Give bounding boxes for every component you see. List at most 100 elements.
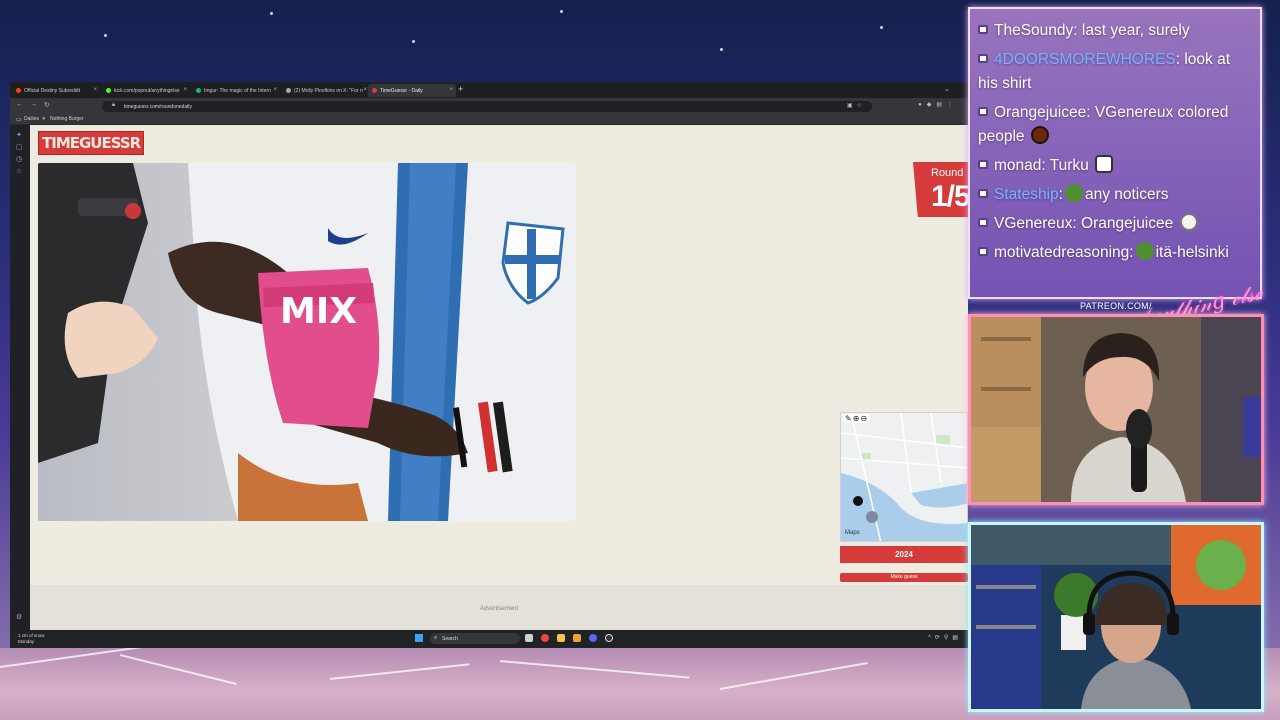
round-indicator: Round 1/5 — [913, 162, 968, 217]
imgur-icon — [196, 88, 201, 93]
x-icon — [286, 88, 291, 93]
search-label: Search — [442, 636, 458, 642]
chrome-icon[interactable] — [541, 634, 549, 642]
new-tab-button[interactable]: + — [458, 84, 463, 94]
tab-kick[interactable]: kick.com/popout/anythingelse × — [102, 84, 190, 97]
timeguessr-icon — [372, 88, 377, 93]
chat-message: monad: Turku — [978, 154, 1254, 178]
emote-ball-icon — [1030, 126, 1049, 144]
windows-start-icon[interactable] — [415, 634, 423, 642]
background-star — [720, 48, 723, 51]
make-guess-button[interactable]: Make guess — [840, 573, 968, 582]
nav-toolbar: ← → ↻ 🔒︎ timeguessr.com/roundonedaily ▣☆… — [10, 98, 968, 114]
background-star — [104, 34, 107, 37]
tab-reddit[interactable]: Official Destiny Subreddit × — [12, 84, 100, 97]
extensions-icons[interactable]: ●◆▤⋮ — [918, 101, 958, 108]
burger-icon: ● — [42, 116, 46, 122]
bag-icon[interactable]: ▢ — [16, 143, 23, 151]
emote-pepe-icon — [1064, 184, 1083, 202]
settings-icon[interactable]: ⚙ — [16, 613, 22, 621]
chat-badge-icon — [978, 160, 988, 169]
url-text: timeguessr.com/roundonedaily — [124, 104, 192, 110]
emote-pepe-icon — [1135, 242, 1154, 260]
favorite-icon[interactable]: ☆ — [16, 167, 22, 175]
tab-timeguessr[interactable]: TimeGuessr - Daily × — [368, 84, 456, 97]
tab-x[interactable]: (2) Molly Ploofkins on X: "For n × — [282, 84, 370, 97]
background-star — [880, 26, 883, 29]
ad-banner: Advertisement — [30, 585, 968, 630]
emote-cat-icon — [1095, 155, 1114, 173]
tab-label: Official Destiny Subreddit — [24, 88, 81, 94]
bookmark-label: Dailies — [24, 116, 40, 122]
reddit-icon — [16, 88, 21, 93]
bookmark-nothing-burger[interactable]: ● Nothing Burger — [42, 116, 84, 122]
lock-icon: 🔒︎ — [112, 102, 116, 108]
chat-badge-icon — [978, 54, 988, 63]
chat-badge-icon — [978, 25, 988, 34]
stream-chat: TheSoundy: last year, surely 4DOORSMOREW… — [968, 7, 1262, 299]
year-selector[interactable]: 2024 — [840, 546, 968, 563]
round-number: 1/5 — [931, 180, 968, 213]
chat-text: any noticers — [1084, 186, 1169, 203]
tab-imgur[interactable]: Imgur: The magic of the Intern × — [192, 84, 280, 97]
candy-bag-text: MIX — [280, 291, 357, 332]
map-zoom-controls[interactable]: ✎⊕⊖ — [843, 414, 871, 423]
webcam-top — [968, 314, 1264, 505]
chat-message: Stateship: any noticers — [978, 183, 1254, 207]
map-credit: Maps — [845, 530, 860, 536]
task-view-icon[interactable] — [525, 634, 533, 642]
chat-username: 4DOORSMOREWHORES — [994, 51, 1176, 68]
tab-label: (2) Molly Ploofkins on X: "For n — [294, 88, 363, 94]
address-bar-icons[interactable]: ▣☆ — [847, 102, 866, 109]
chat-message: motivatedreasoning: itä-helsinki — [978, 241, 1254, 265]
kick-icon — [106, 88, 111, 93]
chat-username: VGenereux — [994, 215, 1073, 232]
close-icon[interactable]: × — [363, 87, 367, 93]
browser-window: Official Destiny Subreddit × kick.com/po… — [10, 82, 968, 648]
guess-map[interactable]: ✎⊕⊖ Maps — [840, 412, 968, 542]
chat-text: last year, surely — [1081, 22, 1190, 39]
tab-label: Imgur: The magic of the Intern — [204, 88, 271, 94]
browser-side-rail: ✦ ▢ ◷ ☆ ⚙ — [10, 125, 30, 630]
tab-label: TimeGuessr - Daily — [380, 88, 423, 94]
emote-skull-icon — [1179, 213, 1198, 231]
taskbar-search[interactable]: ⌕ Search — [430, 633, 520, 644]
bookmark-dailies[interactable]: ▭ Dailies — [16, 116, 40, 123]
bookmark-label: Nothing Burger — [50, 116, 84, 122]
chat-username: TheSoundy — [994, 22, 1074, 39]
chat-message: 4DOORSMOREWHORES: look at his shirt — [978, 51, 1231, 92]
close-icon[interactable]: × — [183, 87, 187, 93]
back-button[interactable]: ← — [16, 101, 23, 108]
close-icon[interactable]: × — [449, 87, 453, 93]
app-icon[interactable] — [573, 634, 581, 642]
chat-badge-icon — [978, 247, 988, 256]
system-tray[interactable]: ^⟳⚲▤ — [928, 634, 962, 641]
photo-illustration: MIX — [38, 163, 576, 521]
address-bar[interactable]: 🔒︎ timeguessr.com/roundonedaily ▣☆ — [102, 101, 872, 112]
close-icon[interactable]: × — [273, 87, 277, 93]
background-star — [560, 10, 563, 13]
timeguessr-logo[interactable]: TIMEGUESSR — [38, 131, 145, 155]
file-explorer-icon[interactable] — [557, 634, 565, 642]
search-icon: ⌕ — [434, 635, 438, 641]
obs-icon[interactable] — [605, 634, 613, 642]
chat-message: TheSoundy: last year, surely — [978, 19, 1254, 43]
webcam-bottom-feed — [971, 525, 1261, 709]
discord-icon[interactable] — [589, 634, 597, 642]
reload-button[interactable]: ↻ — [44, 101, 50, 109]
forward-button[interactable]: → — [30, 101, 37, 108]
chat-username: monad — [994, 157, 1042, 174]
history-icon[interactable]: ◷ — [16, 155, 22, 163]
chevron-down-icon[interactable]: ⌄ — [944, 85, 950, 93]
chat-text: itä-helsinki — [1155, 244, 1229, 261]
chat-username: Stateship — [994, 186, 1059, 203]
weather-widget[interactable]: 1 cm of snow Monday — [18, 633, 45, 645]
map-tiles — [841, 413, 967, 541]
weather-day: Monday — [18, 639, 35, 644]
advertisement-label: Advertisement — [479, 606, 519, 612]
folder-icon: ▭ — [16, 117, 22, 123]
star-icon[interactable]: ✦ — [16, 131, 22, 139]
tab-label: kick.com/popout/anythingelse — [114, 88, 180, 94]
round-label: Round — [931, 167, 964, 179]
close-icon[interactable]: × — [93, 87, 97, 93]
